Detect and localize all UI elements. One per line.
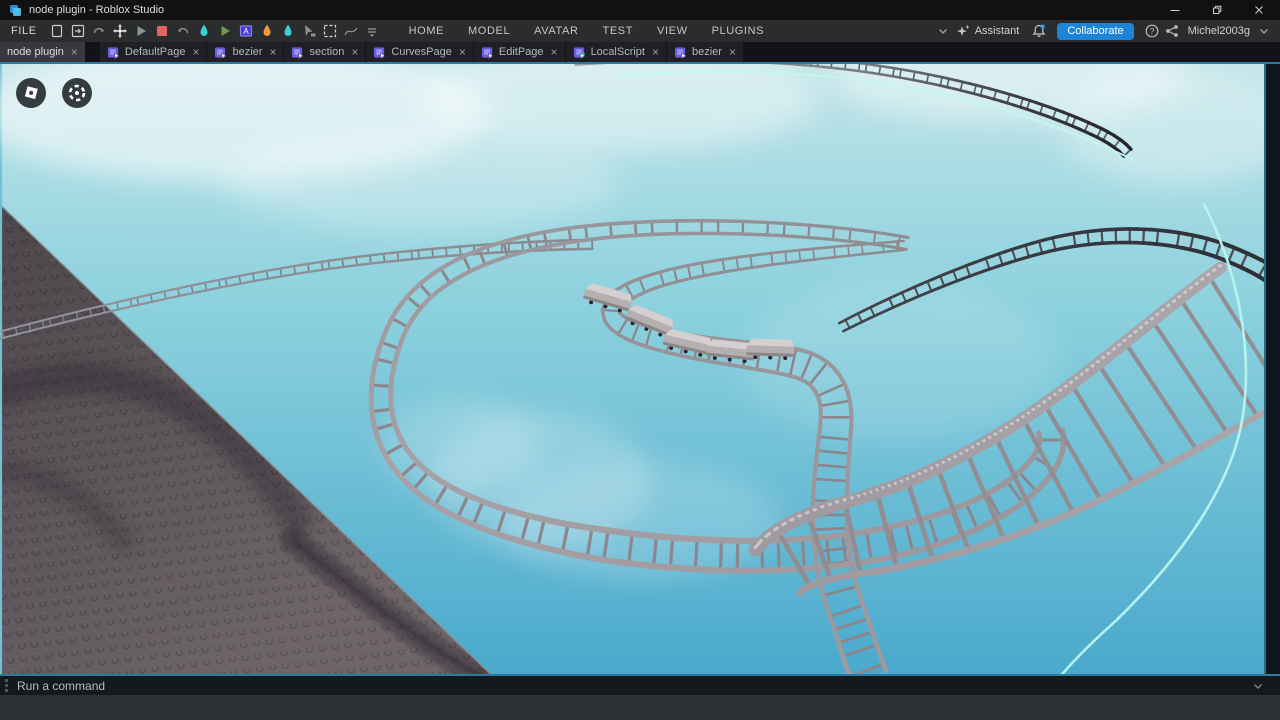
menu-avatar[interactable]: AVATAR: [522, 25, 590, 37]
region-select-icon[interactable]: [320, 23, 341, 39]
roblox-studio-app-icon: [9, 4, 22, 17]
tab-localscript-6[interactable]: LocalScript ×: [566, 42, 666, 62]
open-file-icon[interactable]: [68, 23, 89, 39]
username-label[interactable]: Michel2003g: [1188, 25, 1250, 37]
redo-icon[interactable]: [89, 23, 110, 39]
play-icon[interactable]: [131, 23, 152, 39]
viewport-canvas[interactable]: [0, 64, 1280, 674]
screenshot-icon[interactable]: A: [236, 23, 257, 39]
module-script-icon: [214, 46, 227, 59]
roblox-logo-button[interactable]: [16, 78, 46, 108]
stop-icon[interactable]: [152, 23, 173, 39]
tab-label: node plugin: [7, 46, 64, 58]
tab-curvespage-4[interactable]: CurvesPage ×: [366, 42, 473, 62]
tab-bezier-7[interactable]: bezier ×: [667, 42, 743, 62]
tab-label: DefaultPage: [125, 46, 186, 58]
status-bar: [0, 695, 1280, 720]
tab-close-icon[interactable]: ×: [192, 46, 199, 58]
tab-label: section: [309, 46, 344, 58]
tab-label: bezier: [232, 46, 262, 58]
module-script-icon: [291, 46, 304, 59]
command-bar-drag-handle[interactable]: [5, 679, 8, 692]
local-script-icon: [573, 46, 586, 59]
document-tab-bar: node plugin×DefaultPage×bezier×section×C…: [0, 42, 1280, 62]
module-script-icon: [674, 46, 687, 59]
tab-close-icon[interactable]: ×: [351, 46, 358, 58]
file-menu-button[interactable]: FILE: [0, 25, 47, 37]
menubar-right-cluster: Assistant Collaborate ? Michel2003g: [933, 23, 1280, 40]
roblox-studio-window: node plugin - Roblox Studio FILE A HOMEM…: [0, 0, 1280, 720]
menu-home[interactable]: HOME: [397, 25, 456, 37]
tab-section-3[interactable]: section ×: [284, 42, 365, 62]
teal-droplet-icon-2[interactable]: [278, 23, 299, 39]
tab-close-icon[interactable]: ×: [459, 46, 466, 58]
view-selector-button[interactable]: [62, 78, 92, 108]
menu-plugins[interactable]: PLUGINS: [700, 25, 777, 37]
tab-close-icon[interactable]: ×: [729, 46, 736, 58]
quick-access-toolbar: A: [47, 23, 383, 39]
help-icon[interactable]: ?: [1142, 23, 1162, 39]
svg-text:A: A: [243, 27, 249, 36]
tab-close-icon[interactable]: ×: [652, 46, 659, 58]
tab-close-icon[interactable]: ×: [551, 46, 558, 58]
command-input[interactable]: Run a command: [17, 679, 105, 693]
undo-icon[interactable]: [173, 23, 194, 39]
module-script-icon: [107, 46, 120, 59]
teal-droplet-icon[interactable]: [194, 23, 215, 39]
roblox-logo-icon: [22, 84, 40, 102]
new-file-icon[interactable]: [47, 23, 68, 39]
menu-bar: FILE A HOMEMODELAVATARTESTVIEWPLUGINS As…: [0, 20, 1280, 42]
window-controls: [1154, 0, 1280, 20]
run-script-icon[interactable]: [215, 23, 236, 39]
tab-label: EditPage: [499, 46, 544, 58]
tab-label: LocalScript: [591, 46, 645, 58]
move-tool-icon[interactable]: [110, 23, 131, 39]
command-bar-chevron-icon[interactable]: [1250, 678, 1266, 694]
tab-close-icon[interactable]: ×: [269, 46, 276, 58]
notifications-bell-icon[interactable]: [1029, 23, 1049, 39]
tab-label: bezier: [692, 46, 722, 58]
curve-tool-icon[interactable]: [341, 23, 362, 39]
tab-label: CurvesPage: [391, 46, 452, 58]
3d-viewport[interactable]: [0, 62, 1280, 674]
selector-camera-icon[interactable]: [299, 23, 320, 39]
assistant-sparkle-icon[interactable]: [953, 23, 973, 39]
module-script-icon: [373, 46, 386, 59]
viewport-right-edge: [1264, 64, 1280, 674]
assistant-label[interactable]: Assistant: [975, 25, 1020, 37]
share-icon[interactable]: [1162, 23, 1182, 39]
svg-text:?: ?: [1149, 26, 1154, 36]
window-titlebar: node plugin - Roblox Studio: [0, 0, 1280, 20]
collaborate-button[interactable]: Collaborate: [1057, 23, 1133, 40]
tab-node-plugin-0[interactable]: node plugin ×: [0, 42, 85, 62]
orange-droplet-icon[interactable]: [257, 23, 278, 39]
menu-model[interactable]: MODEL: [456, 25, 522, 37]
ribbon-collapse-chevron-icon[interactable]: [933, 23, 953, 39]
user-menu-chevron-icon[interactable]: [1254, 23, 1274, 39]
toolbar-overflow-icon[interactable]: [362, 23, 383, 39]
tab-defaultpage-1[interactable]: DefaultPage ×: [100, 42, 207, 62]
view-selector-icon: [67, 83, 87, 103]
window-title: node plugin - Roblox Studio: [29, 4, 164, 16]
command-bar: Run a command: [0, 674, 1280, 695]
menu-view[interactable]: VIEW: [645, 25, 700, 37]
maximize-button[interactable]: [1196, 0, 1238, 20]
close-button[interactable]: [1238, 0, 1280, 20]
tab-bezier-2[interactable]: bezier ×: [207, 42, 283, 62]
module-script-icon: [481, 46, 494, 59]
menu-test[interactable]: TEST: [591, 25, 646, 37]
ribbon-menus: HOMEMODELAVATARTESTVIEWPLUGINS: [397, 25, 776, 37]
tab-close-icon[interactable]: ×: [71, 46, 78, 58]
minimize-button[interactable]: [1154, 0, 1196, 20]
tab-editpage-5[interactable]: EditPage ×: [474, 42, 565, 62]
